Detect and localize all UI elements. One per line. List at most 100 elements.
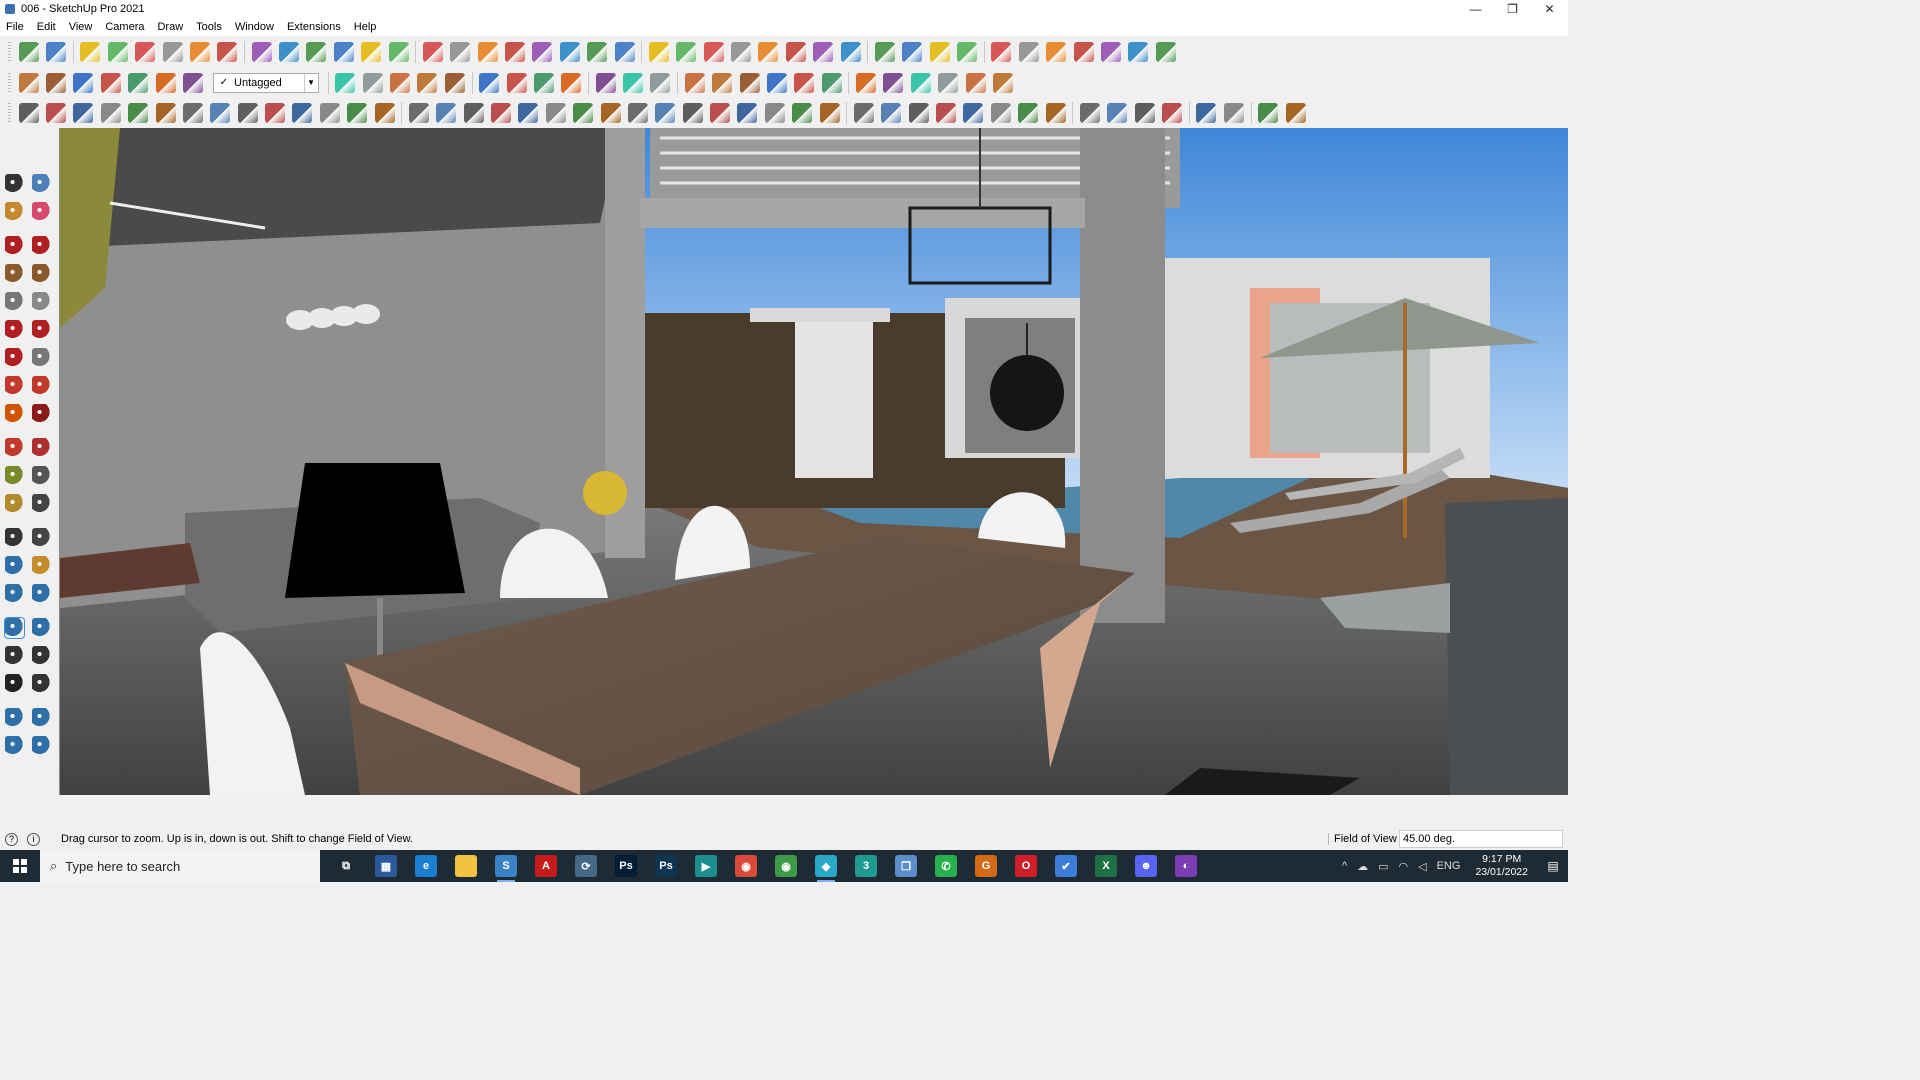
toolbar-tool-icon[interactable] bbox=[333, 41, 354, 62]
info-icon[interactable]: i bbox=[27, 832, 40, 846]
taskbar-excel-icon[interactable]: X bbox=[1095, 855, 1117, 877]
tool-icon[interactable] bbox=[32, 584, 51, 604]
toolbar-tool-icon[interactable] bbox=[217, 41, 238, 62]
toolbar-tool-icon[interactable] bbox=[100, 72, 121, 93]
toolbar-tool-icon[interactable] bbox=[73, 102, 94, 123]
menu-edit[interactable]: Edit bbox=[37, 21, 56, 33]
toolbar-tool-icon[interactable] bbox=[306, 41, 327, 62]
tool-icon[interactable] bbox=[32, 320, 51, 340]
toolbar-tool-icon[interactable] bbox=[1018, 41, 1039, 62]
toolbar-tool-icon[interactable] bbox=[100, 102, 121, 123]
taskbar-file-explorer-icon[interactable] bbox=[455, 855, 477, 877]
toolbar-tool-icon[interactable] bbox=[785, 41, 806, 62]
toolbar-tool-icon[interactable] bbox=[739, 72, 760, 93]
taskbar-grammarly-icon[interactable]: G bbox=[975, 855, 997, 877]
toolbar-tool-icon[interactable] bbox=[684, 72, 705, 93]
toolbar-tool-icon[interactable] bbox=[477, 41, 498, 62]
toolbar-tool-icon[interactable] bbox=[1018, 102, 1039, 123]
toolbar-tool-icon[interactable] bbox=[506, 72, 527, 93]
tool-icon[interactable] bbox=[5, 264, 24, 284]
toolbar-tool-icon[interactable] bbox=[938, 72, 959, 93]
volume-icon[interactable]: ◁ bbox=[1418, 860, 1426, 873]
menu-file[interactable]: File bbox=[6, 21, 24, 33]
toolbar-tool-icon[interactable] bbox=[1223, 102, 1244, 123]
toolbar-tool-icon[interactable] bbox=[46, 72, 67, 93]
toolbar-tool-icon[interactable] bbox=[135, 41, 156, 62]
toolbar-tool-icon[interactable] bbox=[518, 102, 539, 123]
toolbar-tool-icon[interactable] bbox=[18, 72, 39, 93]
taskbar-chrome-2-icon[interactable]: ◉ bbox=[775, 855, 797, 877]
toolbar-tool-icon[interactable] bbox=[794, 72, 815, 93]
tool-icon[interactable] bbox=[32, 736, 51, 756]
taskbar-opera-icon[interactable]: O bbox=[1015, 855, 1037, 877]
toolbar-tool-icon[interactable] bbox=[1107, 102, 1128, 123]
toolbar-tool-icon[interactable] bbox=[388, 41, 409, 62]
taskbar-search[interactable]: ⌕ Type here to search bbox=[40, 850, 320, 882]
toolbar-tool-icon[interactable] bbox=[561, 72, 582, 93]
toolbar-tool-icon[interactable] bbox=[991, 41, 1012, 62]
start-button[interactable] bbox=[0, 850, 40, 882]
toolbar-tool-icon[interactable] bbox=[600, 102, 621, 123]
toolbar-tool-icon[interactable] bbox=[840, 41, 861, 62]
toolbar-tool-icon[interactable] bbox=[731, 41, 752, 62]
toolbar-tool-icon[interactable] bbox=[128, 72, 149, 93]
toolbar-tool-icon[interactable] bbox=[682, 102, 703, 123]
tray-expand-icon[interactable]: ^ bbox=[1342, 860, 1347, 872]
toolbar-tool-icon[interactable] bbox=[963, 102, 984, 123]
scene-render[interactable] bbox=[60, 128, 1568, 795]
menu-tools[interactable]: Tools bbox=[196, 21, 222, 33]
tool-icon[interactable] bbox=[5, 348, 24, 368]
tool-icon[interactable] bbox=[32, 466, 51, 486]
toolbar-tool-icon[interactable] bbox=[479, 72, 500, 93]
toolbar-tool-icon[interactable] bbox=[676, 41, 697, 62]
toolbar-tool-icon[interactable] bbox=[1128, 41, 1149, 62]
tool-icon[interactable] bbox=[5, 494, 24, 514]
maximize-button[interactable]: ❐ bbox=[1494, 0, 1531, 18]
toolbar-tool-icon[interactable] bbox=[710, 102, 731, 123]
toolbar-tool-icon[interactable] bbox=[821, 72, 842, 93]
toolbar-tool-icon[interactable] bbox=[1258, 102, 1279, 123]
toolbar-tool-icon[interactable] bbox=[505, 41, 526, 62]
tool-icon[interactable] bbox=[32, 202, 51, 222]
tool-icon[interactable] bbox=[5, 646, 24, 666]
toolbar-tool-icon[interactable] bbox=[856, 72, 877, 93]
tool-icon[interactable] bbox=[5, 708, 24, 728]
toolbar-tool-icon[interactable] bbox=[18, 41, 39, 62]
language-indicator[interactable]: ENG bbox=[1437, 860, 1461, 872]
minimize-button[interactable]: — bbox=[1457, 0, 1494, 18]
tool-icon[interactable] bbox=[5, 528, 24, 548]
taskbar-chrome-icon[interactable]: ◉ bbox=[735, 855, 757, 877]
toolbar-tool-icon[interactable] bbox=[408, 102, 429, 123]
tool-icon[interactable] bbox=[5, 174, 24, 194]
taskbar-discord-icon[interactable]: ☻ bbox=[1135, 855, 1157, 877]
tool-icon[interactable] bbox=[5, 320, 24, 340]
toolbar-tool-icon[interactable] bbox=[1155, 41, 1176, 62]
toolbar-tool-icon[interactable] bbox=[422, 41, 443, 62]
toolbar-tool-icon[interactable] bbox=[265, 102, 286, 123]
taskbar-app-purple-icon[interactable]: ◐ bbox=[1175, 855, 1197, 877]
toolbar-tool-icon[interactable] bbox=[532, 41, 553, 62]
toolbar-tool-icon[interactable] bbox=[182, 72, 203, 93]
chevron-down-icon[interactable]: ▼ bbox=[303, 73, 318, 92]
toolbar-tool-icon[interactable] bbox=[533, 72, 554, 93]
toolbar-tool-icon[interactable] bbox=[648, 41, 669, 62]
toolbar-tool-icon[interactable] bbox=[463, 102, 484, 123]
toolbar-tool-icon[interactable] bbox=[450, 41, 471, 62]
taskbar-calculator-icon[interactable]: ▦ bbox=[375, 855, 397, 877]
toolbar-tool-icon[interactable] bbox=[155, 102, 176, 123]
toolbar-tool-icon[interactable] bbox=[764, 102, 785, 123]
toolbar-tool-icon[interactable] bbox=[819, 102, 840, 123]
taskbar-task-view-icon[interactable]: ⧉ bbox=[335, 855, 357, 877]
tool-icon[interactable] bbox=[5, 556, 24, 576]
toolbar-tool-icon[interactable] bbox=[650, 72, 671, 93]
tool-icon[interactable] bbox=[32, 292, 51, 312]
tool-icon[interactable] bbox=[5, 202, 24, 222]
toolbar-tool-icon[interactable] bbox=[1073, 41, 1094, 62]
toolbar-tool-icon[interactable] bbox=[1134, 102, 1155, 123]
toolbar-tool-icon[interactable] bbox=[908, 102, 929, 123]
toolbar-tool-icon[interactable] bbox=[766, 72, 787, 93]
toolbar-tool-icon[interactable] bbox=[347, 102, 368, 123]
toolbar-tool-icon[interactable] bbox=[936, 102, 957, 123]
taskbar-app-blue-icon[interactable]: ❐ bbox=[895, 855, 917, 877]
toolbar-tool-icon[interactable] bbox=[614, 41, 635, 62]
